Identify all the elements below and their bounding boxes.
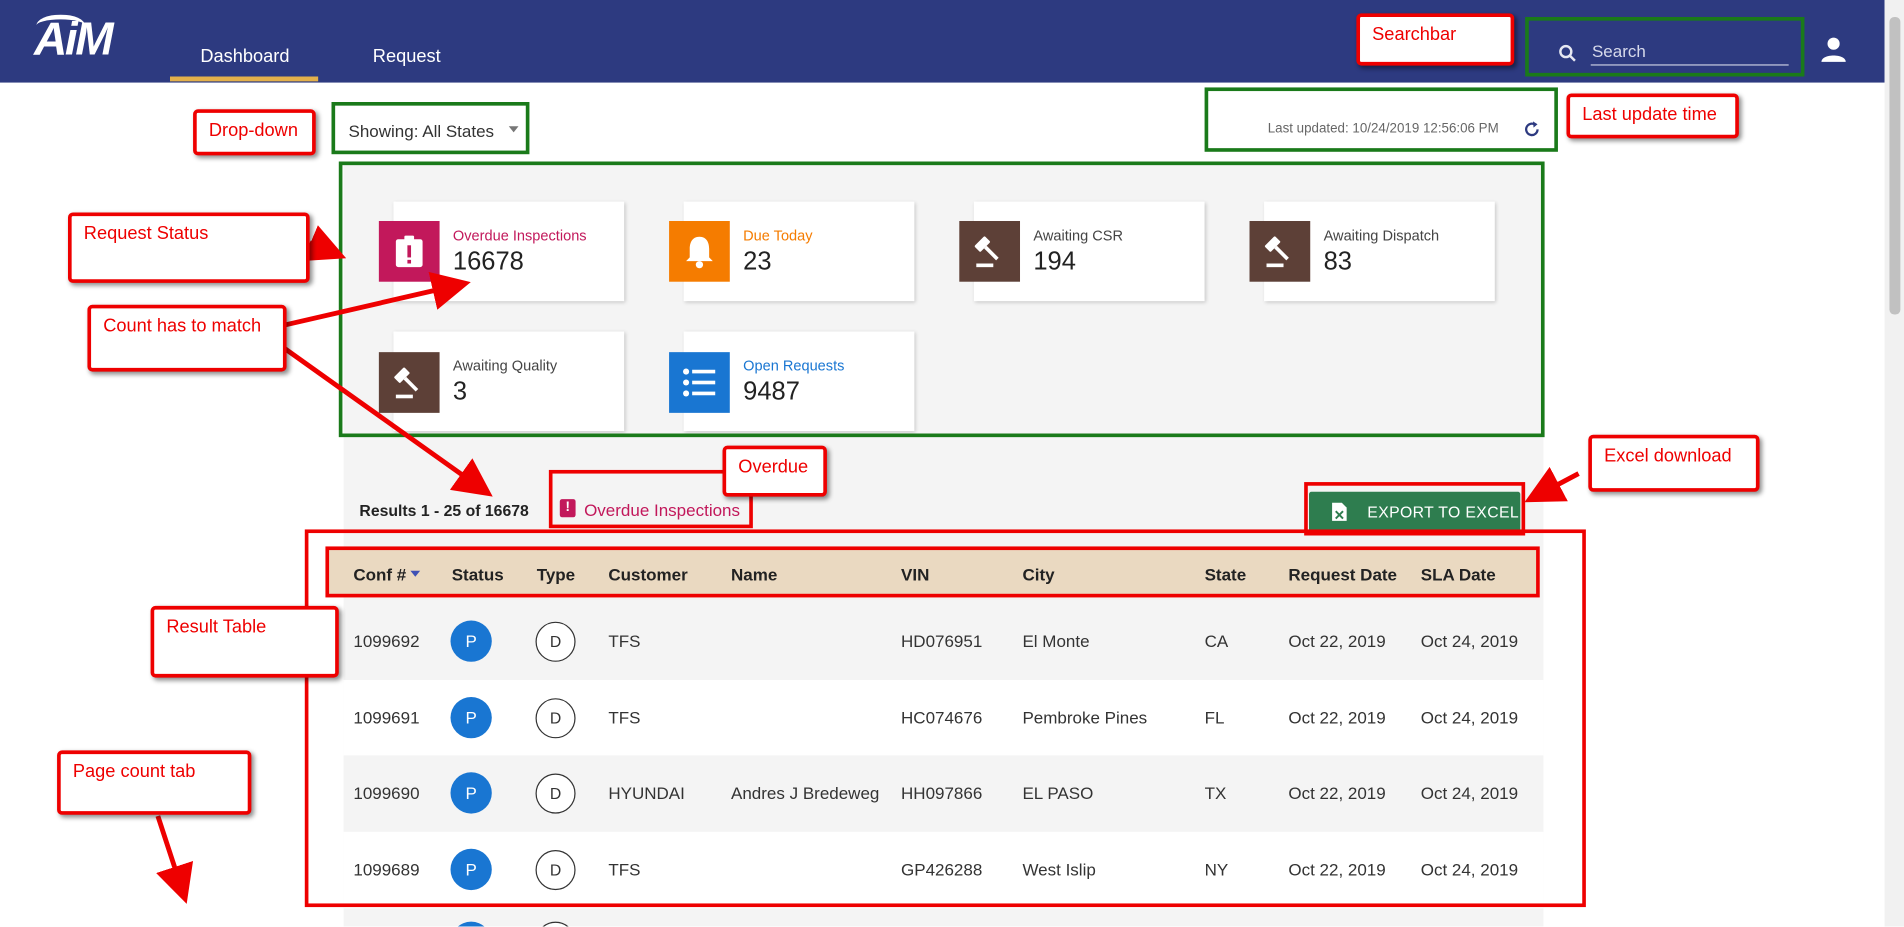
annotation-last-update-time: Last update time [1566,93,1739,139]
annotation-request-status: Request Status [68,212,310,283]
annotation-searchbar: Searchbar [1356,13,1515,66]
annotation-count-has-to-match: Count has to match [87,304,287,372]
app-screen: AiM Dashboard Request Search Showing: Al… [0,0,1904,927]
annotation-result-table: Result Table [150,605,339,678]
annotation-page-count-tab: Page count tab [57,750,252,815]
annotation-excel-download: Excel download [1588,434,1760,492]
annotation-overdue: Overdue [722,445,827,497]
annotation-dropdown: Drop-down [193,109,316,156]
